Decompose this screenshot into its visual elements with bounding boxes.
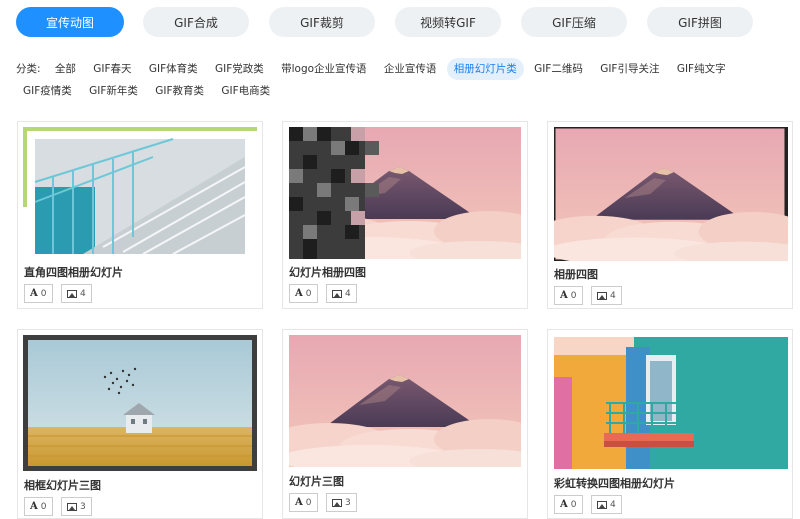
tab-gif-crop[interactable]: GIF裁剪	[269, 7, 375, 37]
text-count-badge[interactable]: A0	[289, 284, 318, 303]
text-count: 0	[570, 499, 577, 510]
template-thumbnail[interactable]	[23, 335, 257, 471]
text-icon: A	[295, 288, 303, 299]
text-icon: A	[295, 497, 303, 508]
category-logo-slogan[interactable]: 带logo企业宣传语	[274, 58, 373, 80]
template-title: 幻灯片相册四图	[289, 266, 366, 279]
image-count: 3	[345, 497, 351, 508]
template-title: 直角四图相册幻灯片	[24, 266, 123, 279]
image-count: 4	[610, 499, 616, 510]
text-icon: A	[30, 288, 38, 299]
text-count: 0	[40, 288, 47, 299]
template-card[interactable]: 幻灯片三图 A0 3	[282, 329, 528, 519]
category-gif-follow[interactable]: GIF引导关注	[593, 58, 666, 80]
image-count-badge[interactable]: 4	[591, 286, 622, 305]
text-count-badge[interactable]: A0	[24, 497, 53, 516]
template-thumbnail[interactable]	[289, 335, 521, 467]
tool-tabs: 宣传动图 GIF合成 GIF裁剪 视频转GIF GIF压缩 GIF拼图	[0, 0, 800, 44]
image-icon	[332, 289, 342, 298]
image-icon	[67, 289, 77, 298]
category-all[interactable]: 全部	[48, 58, 83, 80]
tab-gif-puzzle[interactable]: GIF拼图	[647, 7, 753, 37]
template-title: 幻灯片三图	[289, 475, 344, 488]
image-count-badge[interactable]: 3	[61, 497, 92, 516]
text-count-badge[interactable]: A0	[24, 284, 53, 303]
image-count: 3	[80, 501, 86, 512]
image-icon	[597, 291, 607, 300]
image-count-badge[interactable]: 4	[591, 495, 622, 514]
tab-video-to-gif[interactable]: 视频转GIF	[395, 7, 501, 37]
template-card[interactable]: 直角四图相册幻灯片 A0 4	[17, 121, 263, 309]
text-icon: A	[30, 501, 38, 512]
category-gif-epidemic[interactable]: GIF疫情类	[16, 80, 79, 102]
category-gif-sports[interactable]: GIF体育类	[142, 58, 205, 80]
text-count: 0	[40, 501, 47, 512]
tab-gif-compress[interactable]: GIF压缩	[521, 7, 627, 37]
text-icon: A	[560, 499, 568, 510]
tab-promo-gif[interactable]: 宣传动图	[16, 7, 124, 37]
category-gif-education[interactable]: GIF教育类	[148, 80, 211, 102]
category-filter: 分类: 全部 GIF春天 GIF体育类 GIF党政类 带logo企业宣传语 企业…	[16, 58, 792, 102]
image-count-badge[interactable]: 3	[326, 493, 357, 512]
image-count-badge[interactable]: 4	[326, 284, 357, 303]
category-gif-newyear[interactable]: GIF新年类	[82, 80, 145, 102]
category-gif-ecommerce[interactable]: GIF电商类	[214, 80, 277, 102]
template-title: 相册四图	[554, 268, 598, 281]
template-card[interactable]: 相框幻灯片三图 A0 3	[17, 329, 263, 519]
text-icon: A	[560, 290, 568, 301]
text-count-badge[interactable]: A0	[554, 495, 583, 514]
category-gif-text[interactable]: GIF纯文字	[670, 58, 733, 80]
text-count: 0	[305, 288, 312, 299]
template-thumbnail[interactable]	[23, 127, 257, 260]
category-gif-qrcode[interactable]: GIF二维码	[527, 58, 590, 80]
template-title: 彩虹转换四图相册幻灯片	[554, 477, 675, 490]
image-icon	[597, 500, 607, 509]
template-card[interactable]: 相册四图 A0 4	[547, 121, 793, 309]
tab-gif-merge[interactable]: GIF合成	[143, 7, 249, 37]
text-count: 0	[570, 290, 577, 301]
template-title: 相框幻灯片三图	[24, 479, 101, 492]
category-label: 分类:	[16, 63, 41, 75]
text-count: 0	[305, 497, 312, 508]
image-count: 4	[80, 288, 86, 299]
image-count: 4	[610, 290, 616, 301]
text-count-badge[interactable]: A0	[554, 286, 583, 305]
image-icon	[67, 502, 77, 511]
template-thumbnail[interactable]	[554, 337, 788, 469]
template-thumbnail[interactable]	[289, 127, 521, 259]
image-count: 4	[345, 288, 351, 299]
template-card[interactable]: 彩虹转换四图相册幻灯片 A0 4	[547, 329, 793, 519]
category-gif-party[interactable]: GIF党政类	[208, 58, 271, 80]
category-company-slogan[interactable]: 企业宣传语	[377, 58, 444, 80]
template-thumbnail[interactable]	[554, 127, 788, 261]
image-count-badge[interactable]: 4	[61, 284, 92, 303]
text-count-badge[interactable]: A0	[289, 493, 318, 512]
template-card[interactable]: 幻灯片相册四图 A0 4	[282, 121, 528, 309]
category-album-slideshow[interactable]: 相册幻灯片类	[446, 58, 524, 80]
category-gif-spring[interactable]: GIF春天	[86, 58, 138, 80]
image-icon	[332, 498, 342, 507]
